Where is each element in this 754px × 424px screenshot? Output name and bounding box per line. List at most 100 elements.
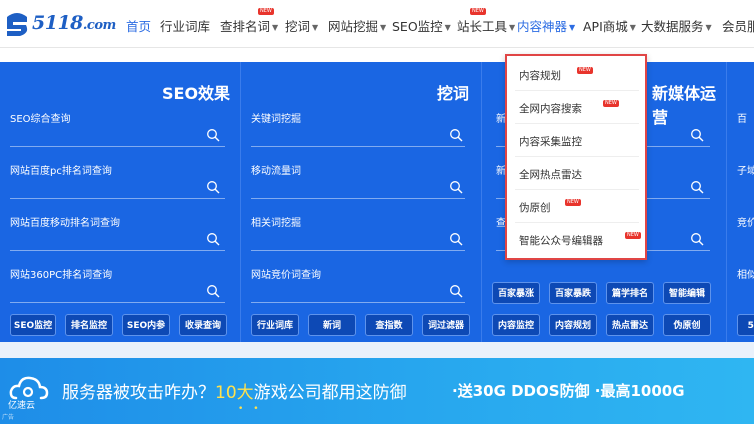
smart-editor-button[interactable]: 智能编辑 bbox=[663, 282, 711, 304]
menu-separator bbox=[515, 189, 639, 190]
xin-title: 新媒体运营 bbox=[652, 84, 717, 127]
search-icon[interactable] bbox=[690, 232, 704, 246]
menu-item-content-search[interactable]: 全网内容搜索 bbox=[519, 101, 582, 116]
nav-dig-words[interactable]: 挖词 ▼ bbox=[285, 16, 318, 35]
baijia-fall-button[interactable]: 百家暴跌 bbox=[549, 282, 597, 304]
word-filter-button[interactable]: 词过滤器 bbox=[422, 314, 470, 336]
wac-column: 挖词 关键词挖掘 移动流量词 相关词挖掘 网站竞价词查询 行业词库 新词 查指数… bbox=[241, 62, 481, 342]
query-bid-words[interactable]: 网站竞价词查询 bbox=[251, 266, 321, 281]
menu-separator bbox=[515, 156, 639, 157]
top-navbar: 5118.com 首页 行业词库 查排名词 ▼ NEW 挖词 ▼ 网站挖掘 ▼ SEO… bbox=[0, 0, 754, 48]
nav-industry-lexicon[interactable]: 行业词库 bbox=[160, 16, 210, 35]
search-icon[interactable] bbox=[206, 232, 220, 246]
query-underline bbox=[251, 250, 465, 251]
menu-separator bbox=[515, 90, 639, 91]
chevron-down-icon: ▼ bbox=[629, 23, 636, 32]
section-gap bbox=[0, 342, 754, 358]
new-badge: NEW bbox=[258, 8, 274, 15]
nav-api-store[interactable]: API商城 ▼ bbox=[583, 16, 636, 35]
site-logo[interactable]: 5118.com bbox=[4, 8, 124, 42]
seo-title: SEO效果 bbox=[162, 84, 231, 103]
index-query-button[interactable]: 收录查询 bbox=[179, 314, 227, 336]
wac-title: 挖词 bbox=[437, 84, 470, 103]
seo-monitor-button[interactable]: SEO监控 bbox=[10, 314, 56, 336]
baijia-rise-button[interactable]: 百家暴涨 bbox=[492, 282, 540, 304]
nav-membership[interactable]: 会员服 bbox=[722, 16, 754, 35]
ad-label: 广告 bbox=[2, 414, 15, 421]
nav-big-data[interactable]: 大数据服务 ▼ bbox=[641, 16, 712, 35]
chevron-down-icon: ▼ bbox=[272, 23, 279, 32]
new-badge: NEW bbox=[603, 100, 619, 107]
chevron-down-icon: ▼ bbox=[444, 23, 451, 32]
nav-content-tools[interactable]: 内容神器 ▼ bbox=[517, 16, 575, 35]
ad-headline: 服务器被攻击咋办？10大游戏公司都用这防御 bbox=[62, 383, 407, 403]
query-related-words[interactable]: 相关词挖掘 bbox=[251, 214, 301, 229]
article-rank-button[interactable]: 篇学排名 bbox=[606, 282, 654, 304]
new-badge: NEW bbox=[470, 8, 486, 15]
nav-rank-words[interactable]: 查排名词 ▼ bbox=[220, 16, 278, 35]
menu-separator bbox=[515, 123, 639, 124]
pseudo-original-button[interactable]: 伪原创 bbox=[663, 314, 711, 336]
search-icon[interactable] bbox=[206, 284, 220, 298]
query-baidu-mobile-rank[interactable]: 网站百度移动排名词查询 bbox=[10, 214, 120, 229]
content-tools-dropdown: 内容规划 NEW 全网内容搜索 NEW 内容采集监控 全网热点雷达 伪原创 NE… bbox=[505, 54, 647, 260]
right-tool-button[interactable]: 511 bbox=[737, 314, 754, 336]
search-icon[interactable] bbox=[449, 128, 463, 142]
nav-site-mining[interactable]: 网站挖掘 ▼ bbox=[328, 16, 386, 35]
menu-item-pseudo-original[interactable]: 伪原创 bbox=[519, 200, 551, 215]
search-icon[interactable] bbox=[206, 128, 220, 142]
new-badge: NEW bbox=[577, 67, 593, 74]
ad-banner[interactable]: 亿速云 服务器被攻击咋办？10大游戏公司都用这防御 •• ·送30G DDOS防… bbox=[0, 358, 754, 424]
ad-brand: 亿速云 bbox=[8, 401, 36, 411]
menu-item-hotspot-radar[interactable]: 全网热点雷达 bbox=[519, 167, 582, 182]
query-underline bbox=[10, 250, 225, 251]
search-icon[interactable] bbox=[206, 180, 220, 194]
menu-item-content-plan[interactable]: 内容规划 bbox=[519, 68, 561, 83]
seo-column: SEO效果 SEO综合查询 网站百度pc排名词查询 网站百度移动排名词查询 网站… bbox=[0, 62, 240, 342]
chevron-down-icon: ▼ bbox=[569, 23, 576, 32]
query-underline bbox=[10, 146, 225, 147]
query-baidu-pc-rank[interactable]: 网站百度pc排名词查询 bbox=[10, 162, 112, 177]
seo-insider-button[interactable]: SEO内参 bbox=[122, 314, 170, 336]
content-monitor-button[interactable]: 内容监控 bbox=[492, 314, 540, 336]
query-keyword-mining[interactable]: 关键词挖掘 bbox=[251, 110, 301, 125]
query-underline bbox=[10, 198, 225, 199]
chevron-down-icon: ▼ bbox=[509, 23, 516, 32]
menu-item-wechat-editor[interactable]: 智能公众号编辑器 bbox=[519, 233, 603, 248]
chevron-down-icon: ▼ bbox=[705, 23, 712, 32]
query-underline bbox=[251, 302, 465, 303]
query-mobile-traffic[interactable]: 移动流量词 bbox=[251, 162, 301, 177]
ad-decoration: •• bbox=[238, 404, 269, 414]
menu-separator bbox=[515, 222, 639, 223]
menu-item-content-collect[interactable]: 内容采集监控 bbox=[519, 134, 582, 149]
content-plan-button[interactable]: 内容规划 bbox=[549, 314, 597, 336]
query-underline bbox=[251, 146, 465, 147]
query-right-3[interactable]: 竞价 bbox=[737, 214, 754, 229]
search-icon[interactable] bbox=[690, 128, 704, 142]
search-icon[interactable] bbox=[690, 180, 704, 194]
search-icon[interactable] bbox=[449, 284, 463, 298]
query-right-4[interactable]: 相似 bbox=[737, 266, 754, 281]
nav-webmaster-tools[interactable]: 站长工具 ▼ bbox=[457, 16, 515, 35]
chevron-down-icon: ▼ bbox=[380, 23, 387, 32]
query-360-pc-rank[interactable]: 网站360PC排名词查询 bbox=[10, 266, 112, 281]
industry-lexicon-button[interactable]: 行业词库 bbox=[251, 314, 299, 336]
rank-monitor-button[interactable]: 排名监控 bbox=[65, 314, 113, 336]
new-words-button[interactable]: 新词 bbox=[308, 314, 356, 336]
nav-seo-monitor[interactable]: SEO监控 ▼ bbox=[392, 16, 451, 35]
nav-home[interactable]: 首页 bbox=[126, 16, 151, 35]
right-column: 百 子域 竞价 相似 511 bbox=[727, 62, 754, 342]
query-right-1[interactable]: 百 bbox=[737, 110, 747, 125]
query-right-2[interactable]: 子域 bbox=[737, 162, 754, 177]
hotspot-radar-button[interactable]: 热点雷达 bbox=[606, 314, 654, 336]
logo-icon bbox=[7, 13, 28, 36]
search-icon[interactable] bbox=[449, 232, 463, 246]
new-badge: NEW bbox=[625, 232, 641, 239]
logo-text: 5118.com bbox=[32, 12, 116, 34]
ad-offer: ·送30G DDOS防御 ·最高1000G bbox=[452, 382, 685, 400]
new-badge: NEW bbox=[565, 199, 581, 206]
search-icon[interactable] bbox=[449, 180, 463, 194]
query-seo-overview[interactable]: SEO综合查询 bbox=[10, 110, 71, 125]
query-underline bbox=[10, 302, 225, 303]
check-index-button[interactable]: 查指数 bbox=[365, 314, 413, 336]
